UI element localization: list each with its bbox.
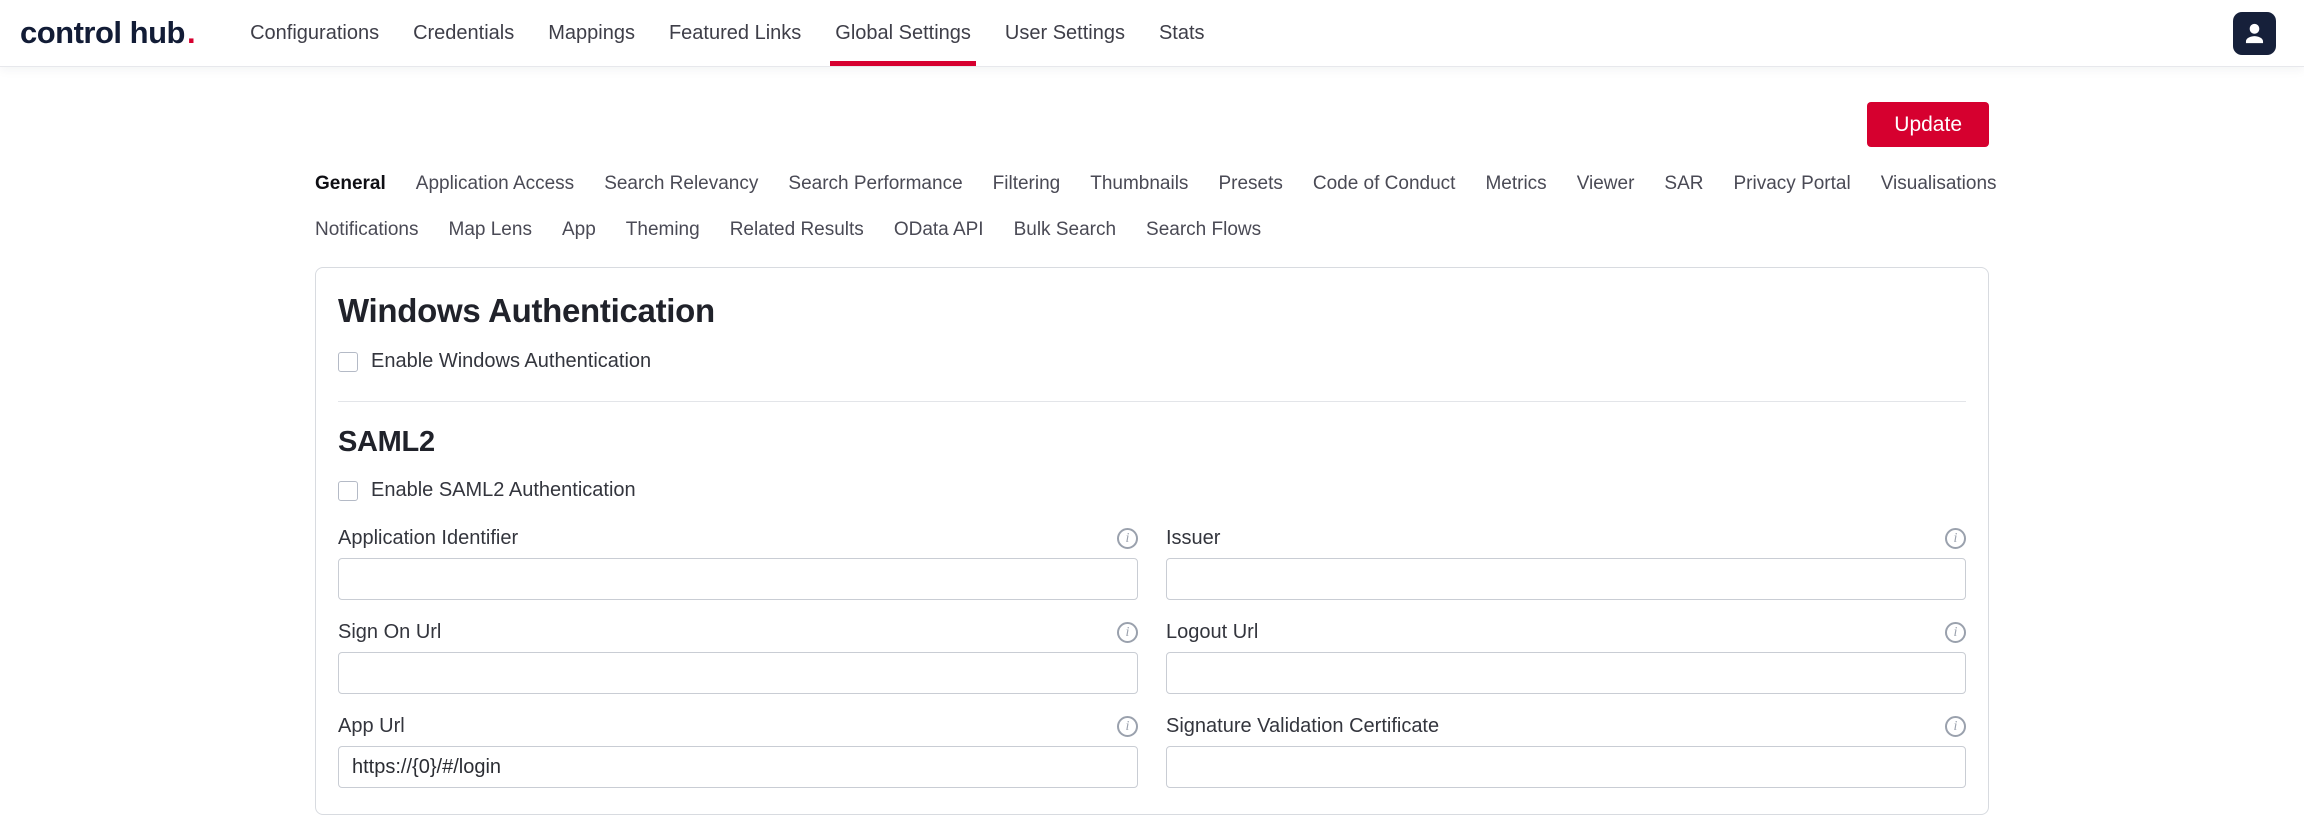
app-url-input[interactable] [338, 746, 1138, 788]
field-app-url: App Url i [338, 714, 1138, 788]
field-signature-validation-certificate: Signature Validation Certificate i [1166, 714, 1966, 788]
signature-validation-certificate-label: Signature Validation Certificate [1166, 714, 1439, 738]
settings-tabs-row2: Notifications Map Lens App Theming Relat… [315, 219, 1989, 241]
tab-search-relevancy[interactable]: Search Relevancy [604, 173, 758, 195]
tab-filtering[interactable]: Filtering [993, 173, 1061, 195]
app-url-label: App Url [338, 714, 405, 738]
info-icon[interactable]: i [1117, 528, 1138, 549]
sign-on-url-input[interactable] [338, 652, 1138, 694]
saml2-form: Application Identifier i Issuer i Sign O… [338, 526, 1966, 788]
update-button[interactable]: Update [1867, 102, 1989, 147]
section-divider [338, 401, 1966, 402]
tab-bulk-search[interactable]: Bulk Search [1014, 219, 1116, 241]
sign-on-url-label: Sign On Url [338, 620, 441, 644]
nav-user-settings[interactable]: User Settings [988, 0, 1142, 66]
info-icon[interactable]: i [1945, 622, 1966, 643]
enable-windows-auth-checkbox[interactable] [338, 352, 358, 372]
top-navbar: control hub. Configurations Credentials … [0, 0, 2304, 66]
tab-visualisations[interactable]: Visualisations [1881, 173, 1997, 195]
logout-url-input[interactable] [1166, 652, 1966, 694]
nav-stats[interactable]: Stats [1142, 0, 1222, 66]
tab-viewer[interactable]: Viewer [1577, 173, 1635, 195]
tab-general[interactable]: General [315, 173, 386, 195]
info-icon[interactable]: i [1117, 622, 1138, 643]
tab-theming[interactable]: Theming [626, 219, 700, 241]
field-sign-on-url: Sign On Url i [338, 620, 1138, 694]
nav-mappings[interactable]: Mappings [531, 0, 652, 66]
tab-notifications[interactable]: Notifications [315, 219, 419, 241]
main-nav: Configurations Credentials Mappings Feat… [233, 0, 1221, 66]
user-menu-button[interactable] [2233, 12, 2276, 55]
saml2-heading: SAML2 [338, 426, 1966, 459]
page-content: Update General Application Access Search… [315, 102, 1989, 815]
enable-saml2-row[interactable]: Enable SAML2 Authentication [338, 479, 636, 502]
issuer-label: Issuer [1166, 526, 1220, 550]
nav-global-settings[interactable]: Global Settings [818, 0, 988, 66]
tab-application-access[interactable]: Application Access [416, 173, 574, 195]
nav-configurations[interactable]: Configurations [233, 0, 396, 66]
logo-dot: . [187, 15, 195, 51]
application-identifier-input[interactable] [338, 558, 1138, 600]
authentication-card: Windows Authentication Enable Windows Au… [315, 267, 1989, 815]
app-logo[interactable]: control hub. [20, 0, 195, 66]
windows-auth-heading: Windows Authentication [338, 292, 1966, 330]
signature-validation-certificate-input[interactable] [1166, 746, 1966, 788]
tab-privacy-portal[interactable]: Privacy Portal [1734, 173, 1851, 195]
nav-featured-links[interactable]: Featured Links [652, 0, 818, 66]
logout-url-label: Logout Url [1166, 620, 1258, 644]
field-logout-url: Logout Url i [1166, 620, 1966, 694]
tab-map-lens[interactable]: Map Lens [449, 219, 532, 241]
info-icon[interactable]: i [1945, 528, 1966, 549]
tab-odata-api[interactable]: OData API [894, 219, 984, 241]
tab-app[interactable]: App [562, 219, 596, 241]
tab-code-of-conduct[interactable]: Code of Conduct [1313, 173, 1456, 195]
field-application-identifier: Application Identifier i [338, 526, 1138, 600]
tab-thumbnails[interactable]: Thumbnails [1090, 173, 1188, 195]
enable-windows-auth-row[interactable]: Enable Windows Authentication [338, 350, 651, 373]
field-issuer: Issuer i [1166, 526, 1966, 600]
settings-tabs-row1: General Application Access Search Releva… [315, 173, 1989, 195]
user-icon [2242, 21, 2267, 46]
enable-windows-auth-label: Enable Windows Authentication [371, 350, 651, 373]
info-icon[interactable]: i [1945, 716, 1966, 737]
update-row: Update [315, 102, 1989, 147]
info-icon[interactable]: i [1117, 716, 1138, 737]
tab-presets[interactable]: Presets [1218, 173, 1282, 195]
tab-search-performance[interactable]: Search Performance [788, 173, 962, 195]
application-identifier-label: Application Identifier [338, 526, 518, 550]
tab-metrics[interactable]: Metrics [1485, 173, 1546, 195]
tab-sar[interactable]: SAR [1664, 173, 1703, 195]
nav-credentials[interactable]: Credentials [396, 0, 531, 66]
enable-saml2-label: Enable SAML2 Authentication [371, 479, 636, 502]
tab-search-flows[interactable]: Search Flows [1146, 219, 1261, 241]
tab-related-results[interactable]: Related Results [730, 219, 864, 241]
issuer-input[interactable] [1166, 558, 1966, 600]
enable-saml2-checkbox[interactable] [338, 481, 358, 501]
logo-text: control hub [20, 15, 185, 51]
